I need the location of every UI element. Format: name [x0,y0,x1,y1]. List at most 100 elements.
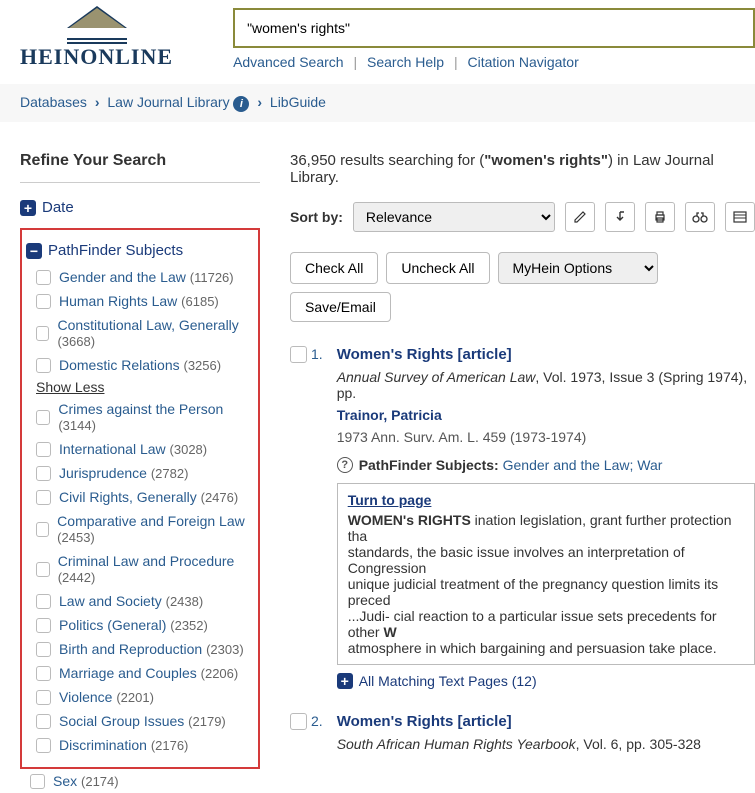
facet-label[interactable]: Human Rights Law (6185) [59,293,219,309]
advanced-search-link[interactable]: Advanced Search [233,54,344,70]
facet-checkbox[interactable] [36,714,51,729]
facet-checkbox[interactable] [36,442,51,457]
facet-checkbox[interactable] [36,358,51,373]
facet-label[interactable]: Comparative and Foreign Law (2453) [57,513,254,545]
facet-label[interactable]: Birth and Reproduction (2303) [59,641,244,657]
facet-item[interactable]: Politics (General) (2352) [26,613,254,637]
facet-checkbox[interactable] [36,294,51,309]
citation-navigator-link[interactable]: Citation Navigator [467,54,578,70]
facet-checkbox[interactable] [36,618,51,633]
result-checkbox[interactable] [290,346,307,363]
facet-label[interactable]: Social Group Issues (2179) [59,713,226,729]
sidebar: Refine Your Search + Date − PathFinder S… [20,152,260,793]
facet-checkbox[interactable] [36,562,50,577]
facet-label[interactable]: Sex (2174) [53,773,119,789]
search-input[interactable] [233,8,755,48]
facet-label[interactable]: International Law (3028) [59,441,207,457]
result-number: 2. [311,713,323,729]
facet-item[interactable]: Birth and Reproduction (2303) [26,637,254,661]
facet-checkbox[interactable] [36,410,50,425]
result-item: 1. Women's Rights [article] Annual Surve… [290,346,755,689]
facet-pathfinder-highlighted: − PathFinder Subjects Gender and the Law… [20,228,260,769]
facet-label[interactable]: Crimes against the Person (3144) [58,401,254,433]
breadcrumb: Databases › Law Journal Library i › LibG… [0,84,755,122]
search-help-link[interactable]: Search Help [367,54,444,70]
facet-checkbox[interactable] [36,466,51,481]
facet-item[interactable]: Domestic Relations (3256) [26,353,254,377]
sort-label: Sort by: [290,209,343,225]
myhein-select[interactable]: MyHein Options [498,252,658,284]
result-checkbox[interactable] [290,713,307,730]
facet-date[interactable]: + Date [20,193,260,222]
facet-item[interactable]: Marriage and Couples (2206) [26,661,254,685]
facet-checkbox[interactable] [36,522,49,537]
binoculars-icon[interactable] [685,202,715,232]
facet-checkbox[interactable] [36,594,51,609]
edit-icon[interactable] [565,202,595,232]
facet-checkbox[interactable] [36,490,51,505]
chevron-right-icon: › [95,94,100,110]
facet-label[interactable]: Domestic Relations (3256) [59,357,221,373]
facet-label[interactable]: Violence (2201) [59,689,154,705]
facet-checkbox[interactable] [36,690,51,705]
question-icon[interactable]: ? [337,457,353,473]
facet-item[interactable]: Criminal Law and Procedure (2442) [26,549,254,589]
result-number: 1. [311,346,323,362]
list-icon[interactable] [725,202,755,232]
show-less-link[interactable]: Show Less [26,377,254,397]
facet-checkbox[interactable] [36,666,51,681]
facet-item[interactable]: Crimes against the Person (3144) [26,397,254,437]
sort-select[interactable]: Relevance [353,202,555,232]
uncheck-all-button[interactable]: Uncheck All [386,252,489,284]
results-area: 36,950 results searching for ("women's r… [290,152,755,793]
breadcrumb-databases[interactable]: Databases [20,94,87,110]
facet-item[interactable]: Discrimination (2176) [26,733,254,757]
save-email-button[interactable]: Save/Email [290,292,391,322]
facet-item[interactable]: Constitutional Law, Generally (3668) [26,313,254,353]
facet-label[interactable]: Criminal Law and Procedure (2442) [58,553,254,585]
facet-label[interactable]: Constitutional Law, Generally (3668) [57,317,254,349]
facet-label[interactable]: Discrimination (2176) [59,737,188,753]
facet-item[interactable]: Human Rights Law (6185) [26,289,254,313]
download-icon[interactable] [605,202,635,232]
facet-label[interactable]: Politics (General) (2352) [59,617,208,633]
info-icon[interactable]: i [233,96,249,112]
facet-checkbox[interactable] [30,774,45,789]
facet-item[interactable]: International Law (3028) [26,437,254,461]
facet-item[interactable]: Social Group Issues (2179) [26,709,254,733]
facet-checkbox[interactable] [36,270,51,285]
facet-item[interactable]: Violence (2201) [26,685,254,709]
facet-item[interactable]: Comparative and Foreign Law (2453) [26,509,254,549]
turn-to-page-link[interactable]: Turn to page [348,492,744,508]
facet-label[interactable]: Gender and the Law (11726) [59,269,234,285]
facet-item[interactable]: Law and Society (2438) [26,589,254,613]
result-item: 2. Women's Rights [article] South Africa… [290,713,755,758]
facet-checkbox[interactable] [36,642,51,657]
all-matching-link[interactable]: + All Matching Text Pages (12) [337,673,755,689]
facet-checkbox[interactable] [36,738,51,753]
facet-pathfinder-header[interactable]: − PathFinder Subjects [26,236,254,265]
result-citation: 1973 Ann. Surv. Am. L. 459 (1973-1974) [337,429,755,445]
result-title[interactable]: Women's Rights [article] [337,713,755,730]
facet-item[interactable]: Sex (2174) [20,769,260,793]
facet-label[interactable]: Jurisprudence (2782) [59,465,188,481]
facet-item[interactable]: Gender and the Law (11726) [26,265,254,289]
facet-item[interactable]: Civil Rights, Generally (2476) [26,485,254,509]
pathfinder-links[interactable]: Gender and the Law; War [503,457,663,473]
plus-icon: + [20,200,36,216]
breadcrumb-library[interactable]: Law Journal Library [107,94,229,110]
facet-label[interactable]: Marriage and Couples (2206) [59,665,238,681]
facet-label[interactable]: Civil Rights, Generally (2476) [59,489,238,505]
result-author[interactable]: Trainor, Patricia [337,407,755,423]
facet-item[interactable]: Jurisprudence (2782) [26,461,254,485]
result-snippet: Turn to page WOMEN's RIGHTS ination legi… [337,483,755,665]
facet-checkbox[interactable] [36,326,49,341]
breadcrumb-libguide[interactable]: LibGuide [270,94,326,110]
print-icon[interactable] [645,202,675,232]
check-all-button[interactable]: Check All [290,252,378,284]
result-title[interactable]: Women's Rights [article] [337,346,755,363]
logo-text: HEINONLINE [20,44,173,70]
facet-label[interactable]: Law and Society (2438) [59,593,203,609]
logo[interactable]: HEINONLINE [20,8,173,70]
results-count: 36,950 results searching for ("women's r… [290,152,755,186]
